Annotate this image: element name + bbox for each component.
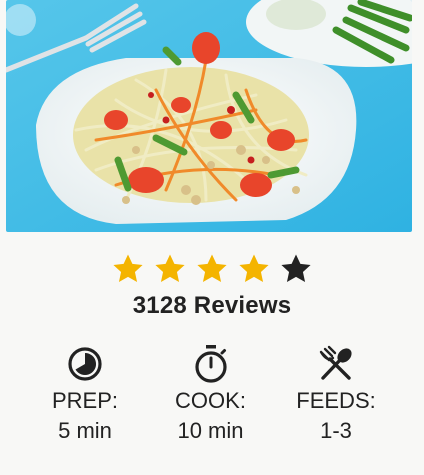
fork-spoon-icon bbox=[281, 344, 391, 384]
feeds-value: 1-3 bbox=[320, 418, 352, 443]
star-filled-icon bbox=[155, 254, 185, 283]
timer-pie-icon bbox=[30, 344, 140, 384]
feeds-label: FEEDS: bbox=[296, 388, 376, 413]
star-filled-icon bbox=[197, 254, 227, 283]
recipe-stats: PREP: 5 min COOK: 10 min FEEDS: 1-3 bbox=[0, 344, 424, 446]
star-rating bbox=[0, 252, 424, 286]
prep-label: PREP: bbox=[51, 388, 119, 413]
stopwatch-icon bbox=[156, 344, 266, 384]
star-filled-icon bbox=[239, 254, 269, 283]
reviews-count[interactable]: 3128 Reviews bbox=[0, 292, 424, 320]
prep-value: 5 min bbox=[58, 418, 112, 443]
prep-stat: PREP: 5 min bbox=[30, 344, 140, 446]
recipe-card: 3128 Reviews PREP: 5 min COOK: 10 min FE… bbox=[0, 0, 424, 475]
cook-stat: COOK: 10 min bbox=[156, 344, 266, 446]
star-empty-icon bbox=[281, 254, 311, 283]
feeds-stat: FEEDS: 1-3 bbox=[281, 344, 391, 446]
recipe-photo bbox=[6, 0, 412, 232]
cook-label: COOK: bbox=[175, 388, 246, 413]
rating-section: 3128 Reviews bbox=[0, 252, 424, 320]
cook-value: 10 min bbox=[177, 418, 244, 443]
star-filled-icon bbox=[113, 254, 143, 283]
